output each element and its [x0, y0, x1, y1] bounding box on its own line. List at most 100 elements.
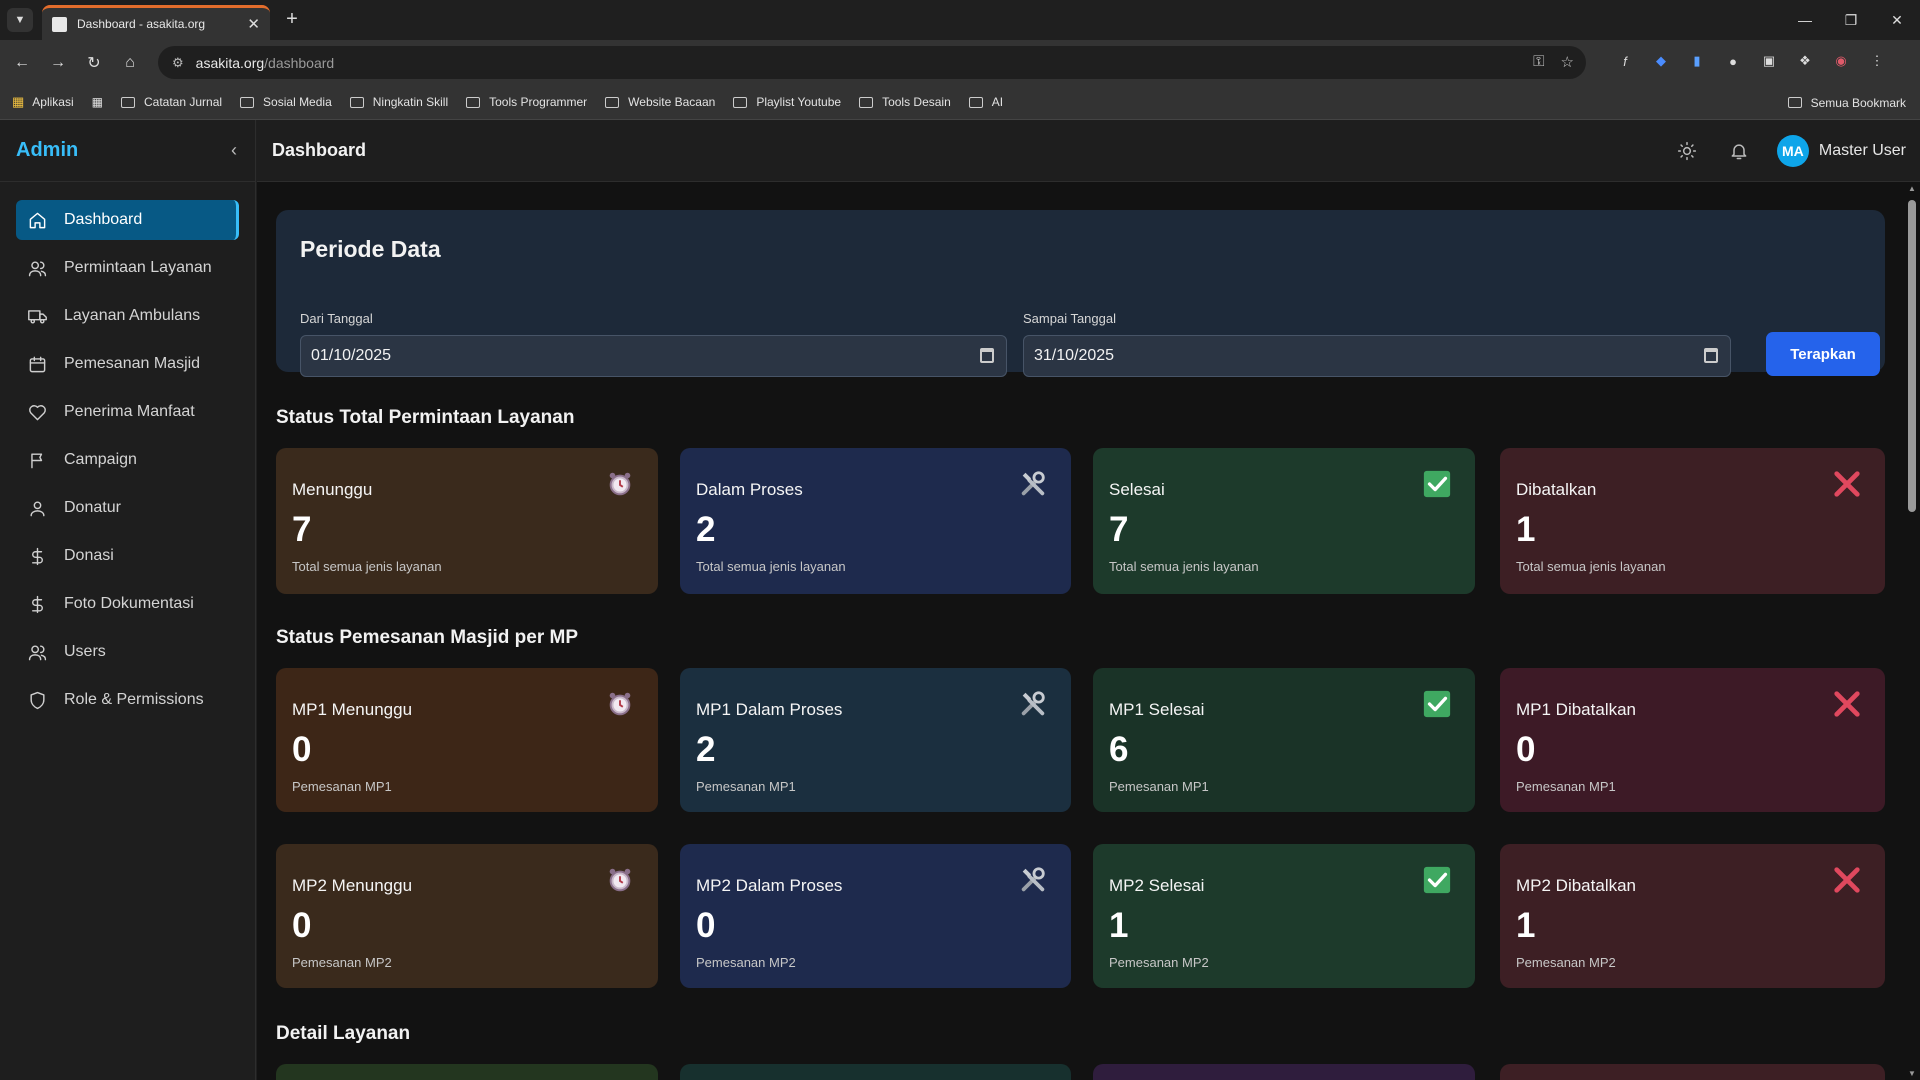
period-title: Periode Data — [300, 236, 441, 262]
back-button[interactable]: ← — [4, 45, 40, 81]
stat-value: 7 — [292, 510, 312, 549]
user-name[interactable]: Master User — [1819, 142, 1906, 160]
stat-value: 1 — [1109, 906, 1129, 945]
bookmark-folder[interactable]: AI — [968, 95, 1003, 109]
stat-card: Dibatalkan 1 Total semua jenis layanan — [1500, 448, 1885, 594]
new-tab-button[interactable]: + — [280, 8, 304, 31]
stat-card: MP1 Dalam Proses 2 Pemesanan MP1 — [680, 668, 1071, 812]
stat-subtitle: Total semua jenis layanan — [292, 559, 442, 574]
section-title-status-total: Status Total Permintaan Layanan — [276, 407, 575, 428]
bookmark-item[interactable]: Catatan Jurnal — [121, 95, 222, 109]
forward-button[interactable]: → — [40, 45, 76, 81]
detail-card — [276, 1064, 658, 1080]
to-date-input[interactable]: 31/10/2025 — [1023, 335, 1731, 377]
sidebar-item-label: Dashboard — [64, 211, 143, 228]
sidebar-item-donasi[interactable]: Donasi — [16, 536, 239, 576]
bookmarks-bar: ▦ Aplikasi ▦ Catatan Jurnal Sosial Media … — [0, 85, 1920, 120]
stat-value: 6 — [1109, 730, 1129, 769]
dollar-icon — [26, 593, 48, 615]
bookmark-folder[interactable]: Ningkatin Skill — [349, 95, 448, 109]
stat-value: 0 — [1516, 730, 1536, 769]
stat-label: MP1 Menunggu — [292, 700, 413, 719]
calendar-picker-icon[interactable] — [980, 348, 994, 363]
extension-circle-icon[interactable]: ● — [1722, 50, 1744, 72]
extension-doc-icon[interactable]: ▮ — [1686, 50, 1708, 72]
scroll-down-icon[interactable]: ▼ — [1907, 1069, 1917, 1078]
sidebar-item-donatur[interactable]: Donatur — [16, 488, 239, 528]
cross-icon — [1831, 864, 1863, 896]
bookmark-apps[interactable]: ▦ Aplikasi — [12, 94, 74, 110]
bookmark-folder[interactable]: Tools Programmer — [466, 95, 587, 109]
site-info-icon[interactable]: ⚙ — [172, 55, 184, 71]
extension-box-icon[interactable]: ▣ — [1758, 50, 1780, 72]
check-box-icon — [1421, 864, 1453, 896]
notification-bell-icon[interactable] — [1725, 137, 1753, 165]
browser-tab-active[interactable]: Dashboard - asakita.org ✕ — [42, 5, 270, 40]
sidebar-item-layanan-ambulans[interactable]: Layanan Ambulans — [16, 296, 239, 336]
bookmark-star-icon[interactable]: ☆ — [1561, 53, 1574, 71]
to-date-label: Sampai Tanggal — [1023, 311, 1116, 326]
dollar-icon — [26, 545, 48, 567]
stat-subtitle: Pemesanan MP2 — [696, 955, 796, 970]
sidebar-item-pemesanan-masjid[interactable]: Pemesanan Masjid — [16, 344, 239, 384]
collapse-sidebar-icon[interactable]: ‹ — [231, 140, 237, 161]
bookmark-folder[interactable]: Tools Desain — [859, 95, 951, 109]
apply-button[interactable]: Terapkan — [1766, 332, 1880, 376]
stat-card: MP1 Dibatalkan 0 Pemesanan MP1 — [1500, 668, 1885, 812]
home-button[interactable]: ⌂ — [112, 45, 148, 81]
user-icon — [26, 497, 48, 519]
scroll-thumb[interactable] — [1908, 200, 1916, 512]
calendar-icon — [26, 353, 48, 375]
extension-fx-icon[interactable]: f — [1614, 50, 1636, 72]
notebook-icon — [121, 96, 135, 108]
sidebar-item-campaign[interactable]: Campaign — [16, 440, 239, 480]
stat-subtitle: Total semua jenis layanan — [696, 559, 846, 574]
stat-card: MP2 Dibatalkan 1 Pemesanan MP2 — [1500, 844, 1885, 988]
stat-value: 0 — [292, 730, 312, 769]
period-filter-card: Periode Data Dari Tanggal 01/10/2025 Sam… — [276, 210, 1885, 377]
tab-list-button[interactable]: ▼ — [7, 8, 33, 32]
stat-card: MP1 Menunggu 0 Pemesanan MP1 — [276, 668, 658, 812]
bookmark-folder[interactable]: Website Bacaan — [605, 95, 715, 109]
address-bar[interactable]: ⚙ asakita.org/dashboard ⚿ ☆ — [158, 46, 1586, 79]
cross-icon — [1831, 688, 1863, 720]
bookmark-folder[interactable]: Sosial Media — [240, 95, 332, 109]
restore-button[interactable]: ❐ — [1828, 0, 1874, 40]
stat-label: MP1 Dibatalkan — [1516, 700, 1637, 719]
avatar[interactable]: MA — [1776, 135, 1809, 167]
close-window-button[interactable]: ✕ — [1874, 0, 1920, 40]
all-bookmarks-folder[interactable]: Semua Bookmark — [1787, 96, 1906, 110]
tab-groups-icon[interactable]: ▦ — [92, 95, 103, 109]
theme-toggle-sun-icon[interactable] — [1673, 137, 1701, 165]
sidebar-item-dashboard[interactable]: Dashboard — [16, 200, 239, 240]
sidebar-item-label: Penerima Manfaat — [64, 403, 195, 420]
extension-tag-icon[interactable]: ◆ — [1650, 50, 1672, 72]
scroll-up-icon[interactable]: ▲ — [1907, 184, 1917, 193]
tools-icon — [1017, 468, 1049, 500]
sidebar-item-foto-dokumentasi[interactable]: Foto Dokumentasi — [16, 584, 239, 624]
stat-value: 0 — [696, 906, 716, 945]
minimize-button[interactable]: — — [1782, 0, 1828, 40]
stat-value: 7 — [1109, 510, 1129, 549]
sidebar-item-users[interactable]: Users — [16, 632, 239, 672]
stat-value: 0 — [292, 906, 312, 945]
stat-subtitle: Pemesanan MP2 — [292, 955, 392, 970]
stat-label: Dibatalkan — [1516, 480, 1597, 499]
folder-icon — [733, 96, 748, 108]
close-tab-icon[interactable]: ✕ — [247, 15, 260, 33]
sidebar-item-label: Donasi — [64, 547, 114, 564]
stat-subtitle: Pemesanan MP2 — [1109, 955, 1209, 970]
bookmark-folder[interactable]: Playlist Youtube — [733, 95, 841, 109]
extensions-puzzle-icon[interactable]: ❖ — [1794, 50, 1816, 72]
password-key-icon[interactable]: ⚿ — [1533, 53, 1544, 71]
reload-button[interactable]: ↻ — [76, 45, 112, 81]
browser-menu-icon[interactable]: ⋮ — [1866, 50, 1888, 72]
from-date-input[interactable]: 01/10/2025 — [300, 335, 1007, 377]
profile-icon[interactable]: ◉ — [1830, 50, 1852, 72]
page-scrollbar[interactable]: ▲ ▼ — [1904, 182, 1920, 1080]
sidebar-item-penerima-manfaat[interactable]: Penerima Manfaat — [16, 392, 239, 432]
sidebar-item-role-permissions[interactable]: Role & Permissions — [16, 680, 239, 720]
calendar-picker-icon[interactable] — [1704, 348, 1718, 363]
stat-label: Menunggu — [292, 480, 373, 499]
sidebar-item-permintaan-layanan[interactable]: Permintaan Layanan — [16, 248, 239, 288]
